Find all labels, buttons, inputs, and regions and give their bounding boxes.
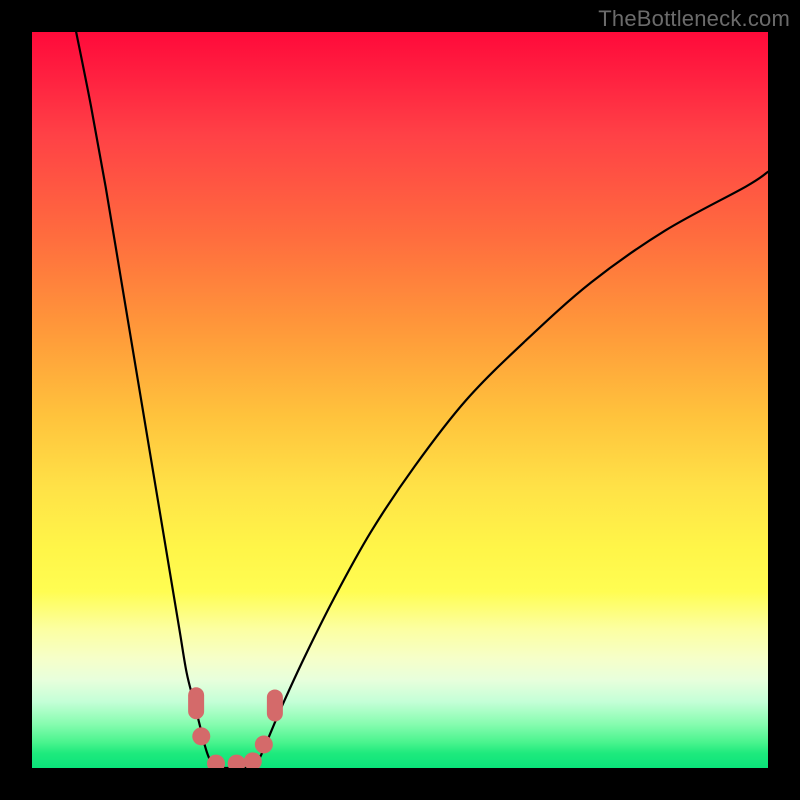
marker-group (188, 687, 283, 768)
data-marker (192, 727, 210, 745)
data-marker (228, 755, 246, 768)
chart-frame: TheBottleneck.com (0, 0, 800, 800)
threshold-marker (267, 689, 283, 721)
curve-layer (32, 32, 768, 768)
data-marker (207, 755, 225, 768)
data-marker (255, 735, 273, 753)
curve-right (253, 172, 768, 768)
watermark-text: TheBottleneck.com (598, 6, 790, 32)
plot-area (32, 32, 768, 768)
data-marker (244, 752, 262, 768)
threshold-marker (188, 687, 204, 719)
curve-left (76, 32, 216, 768)
